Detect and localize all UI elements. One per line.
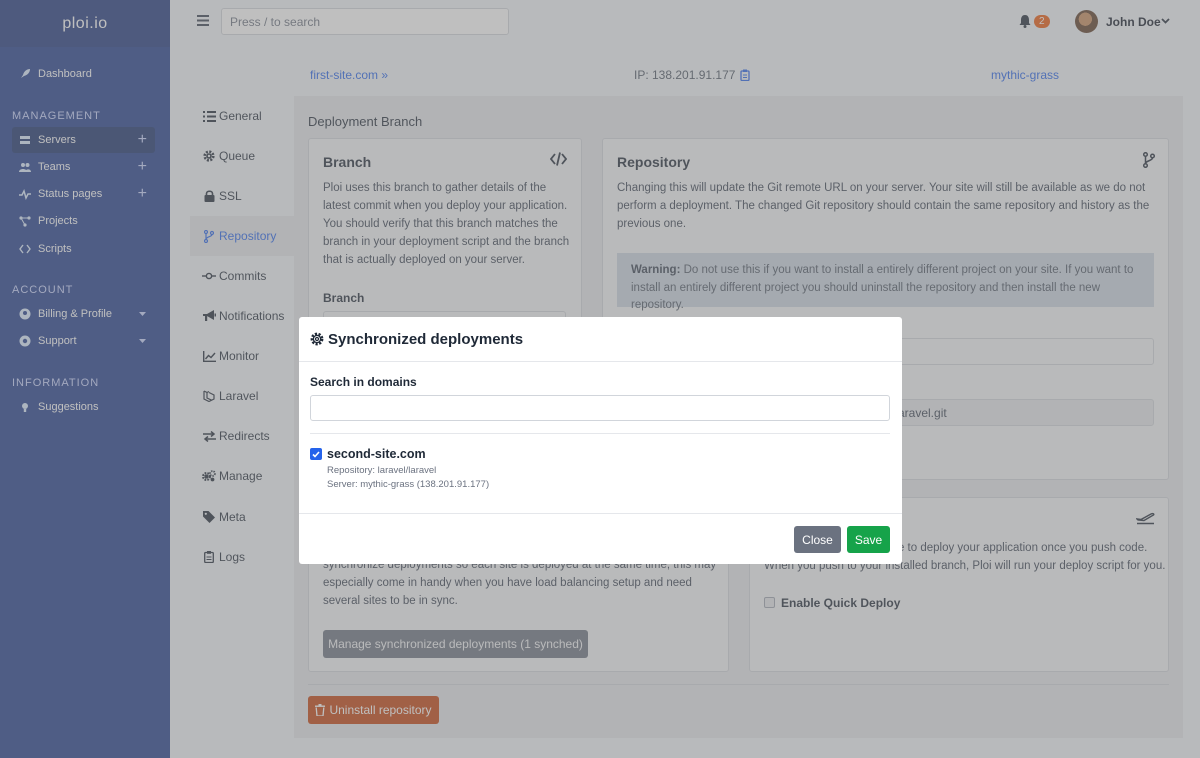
save-button[interactable]: Save: [847, 526, 890, 553]
close-button[interactable]: Close: [794, 526, 841, 553]
modal-header: Synchronized deployments: [299, 317, 902, 362]
domain-repository: Repository: laravel/laravel: [327, 465, 437, 476]
domain-name[interactable]: second-site.com: [327, 447, 426, 461]
divider: [310, 433, 890, 434]
sync-deployments-modal: Synchronized deployments Search in domai…: [299, 317, 902, 564]
domain-server: Server: mythic-grass (138.201.91.177): [327, 479, 490, 490]
search-domains-input[interactable]: [310, 395, 890, 421]
divider: [299, 513, 902, 514]
checkmark-icon: [312, 450, 320, 458]
search-domains-label: Search in domains: [310, 375, 417, 389]
modal-title: Synchronized deployments: [328, 330, 524, 348]
domain-checkbox[interactable]: [310, 448, 322, 460]
gear-icon: [310, 332, 324, 346]
